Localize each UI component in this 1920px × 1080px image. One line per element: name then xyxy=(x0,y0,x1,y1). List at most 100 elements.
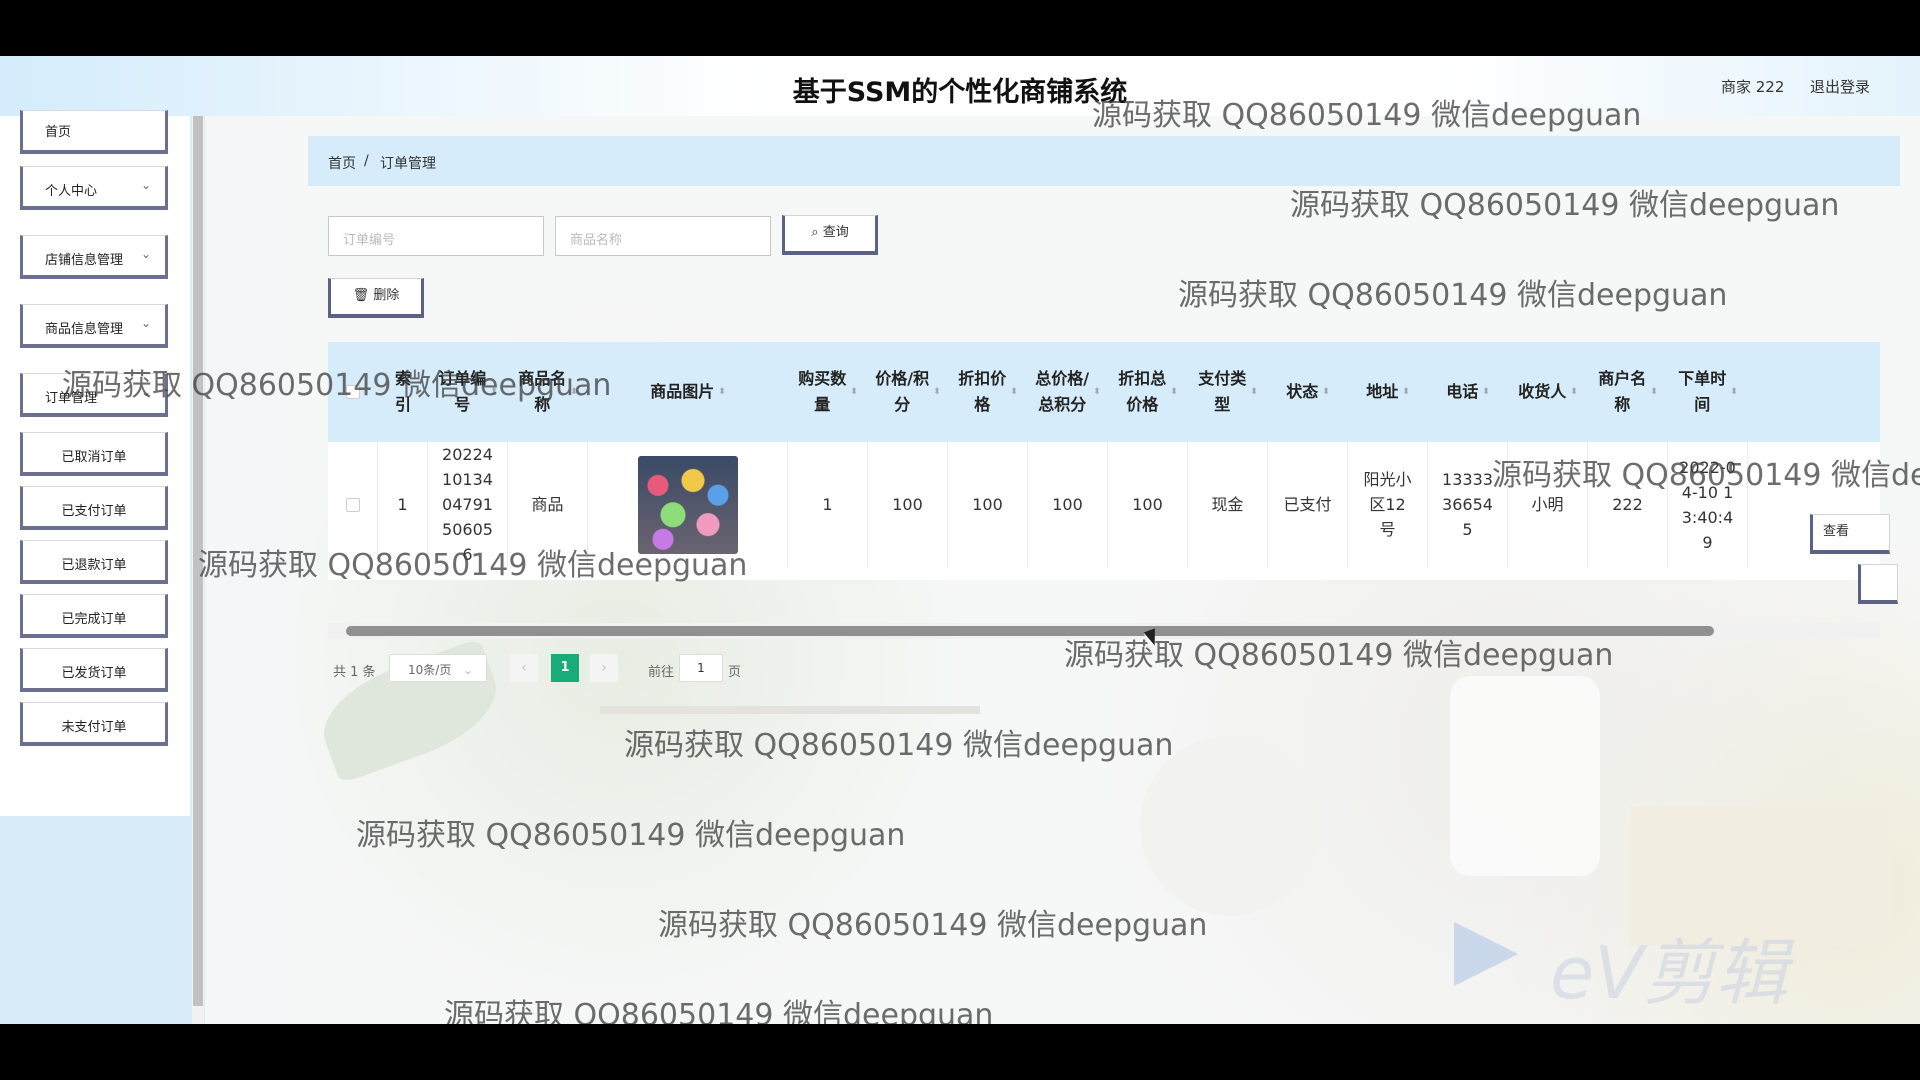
col-header-merchant[interactable]: 商户名 称 ⬍ xyxy=(1588,342,1668,442)
sort-icon: ⬍ xyxy=(570,387,578,397)
chevron-down-icon: ⌄ xyxy=(140,247,151,261)
trash-icon: 🗑 xyxy=(352,288,370,303)
sidebar-item-goods-info[interactable]: 商品信息管理 ⌄ xyxy=(20,304,168,348)
col-header-pay-type[interactable]: 支付类 型 ⬍ xyxy=(1188,342,1268,442)
sidebar-subitem-label: 已退款订单 xyxy=(61,558,127,573)
chevron-down-icon: ⌄ xyxy=(140,178,151,192)
sidebar-item-orders[interactable]: 订单管理 ⌄ xyxy=(20,373,168,417)
col-header-receiver[interactable]: 收货人 ⬍ xyxy=(1508,342,1588,442)
sidebar-item-label: 首页 xyxy=(45,125,72,140)
row-action-button[interactable] xyxy=(1858,564,1898,604)
table-header: 索 引 订单编 号 ⬍ 商品名 称 ⬍ 商品图片 ⬍ 购买数 量 ⬍ 价格/积 分 ⬍ 折… xyxy=(328,342,1880,442)
background-cylinder xyxy=(1450,676,1600,876)
sidebar-item-shop-info[interactable]: 店铺信息管理 ⌄ xyxy=(20,235,168,279)
video-editor-logo-icon xyxy=(1454,922,1518,986)
col-header-address[interactable]: 地址 ⬍ xyxy=(1348,342,1428,442)
sort-icon: ⬍ xyxy=(1650,387,1658,397)
sort-icon: ⬍ xyxy=(490,387,498,397)
prev-page-button[interactable]: ‹ xyxy=(510,654,538,682)
cell-merchant: 222 xyxy=(1588,442,1668,567)
sidebar-subitem-unpaid[interactable]: 未支付订单 xyxy=(20,702,168,746)
chevron-down-icon: ⌄ xyxy=(463,663,474,677)
goods-image[interactable] xyxy=(637,455,738,554)
sidebar-subitem-cancelled[interactable]: 已取消订单 xyxy=(20,432,168,476)
breadcrumb-home[interactable]: 首页 xyxy=(328,153,356,173)
table-scrollbar-thumb[interactable] xyxy=(346,626,1714,636)
col-header-goods-image[interactable]: 商品图片 ⬍ xyxy=(588,342,788,442)
cell-discount-total: 100 xyxy=(1108,442,1188,567)
col-header-price[interactable]: 价格/积 分 ⬍ xyxy=(868,342,948,442)
sidebar-subitem-shipped[interactable]: 已发货订单 xyxy=(20,648,168,692)
sidebar-subitem-label: 已完成订单 xyxy=(61,612,127,627)
breadcrumb-current: 订单管理 xyxy=(380,156,436,172)
cell-price: 100 xyxy=(868,442,948,567)
goods-name-input[interactable]: 商品名称 xyxy=(555,216,771,256)
sort-icon: ⬍ xyxy=(1570,387,1578,397)
cell-discount-price: 100 xyxy=(948,442,1028,567)
search-icon: ⌕ xyxy=(811,225,819,240)
col-header-phone[interactable]: 电话 ⬍ xyxy=(1428,342,1508,442)
col-header-status[interactable]: 状态 ⬍ xyxy=(1268,342,1348,442)
sidebar-scrollbar-thumb[interactable] xyxy=(193,116,203,1006)
col-header-discount-price[interactable]: 折扣价 格 ⬍ xyxy=(948,342,1028,442)
order-no-input[interactable]: 订单编号 xyxy=(328,216,544,256)
page-suffix: 页 xyxy=(728,665,742,680)
sort-icon: ⬍ xyxy=(1170,387,1178,397)
view-button[interactable]: 查看 xyxy=(1810,514,1890,554)
cell-total: 100 xyxy=(1028,442,1108,567)
sidebar-subitem-paid[interactable]: 已支付订单 xyxy=(20,486,168,530)
app-title: 基于SSM的个性化商铺系统 xyxy=(792,77,1128,108)
cell-status: 已支付 xyxy=(1268,442,1348,567)
cell-address: 阳光小区12号 xyxy=(1348,442,1428,567)
goto-label: 前往 xyxy=(648,665,675,680)
background-disc xyxy=(1140,736,1320,916)
query-button[interactable]: ⌕ 查询 xyxy=(782,215,878,255)
col-header-quantity[interactable]: 购买数 量 ⬍ xyxy=(788,342,868,442)
video-letterbox-bottom xyxy=(0,1024,1920,1080)
sort-icon: ⬍ xyxy=(1093,387,1101,397)
sort-icon: ⬍ xyxy=(1402,387,1410,397)
video-editor-watermark: eV剪辑 xyxy=(1550,931,1788,1015)
cell-goods-name: 商品 xyxy=(508,442,588,567)
sort-icon: ⬍ xyxy=(1482,387,1490,397)
col-header-total[interactable]: 总价格/ 总积分 ⬍ xyxy=(1028,342,1108,442)
sort-icon: ⬍ xyxy=(718,387,726,397)
page-size-value: 10条/页 xyxy=(408,663,452,677)
cell-goods-image xyxy=(588,442,788,567)
cell-pay-type: 现金 xyxy=(1188,442,1268,567)
breadcrumb-separator: / xyxy=(364,153,369,169)
delete-button[interactable]: 🗑 删除 xyxy=(328,278,424,318)
current-user: 商家 222 xyxy=(1721,78,1785,96)
pagination-total: 共 1 条 xyxy=(333,665,376,680)
sidebar-subitem-refunded[interactable]: 已退款订单 xyxy=(20,540,168,584)
cell-receiver: 小明 xyxy=(1508,442,1588,567)
sidebar: 首页 个人中心 ⌄ 店铺信息管理 ⌄ 商品信息管理 ⌄ 订单管理 ⌄ 已取消订单… xyxy=(0,110,205,1024)
sidebar-subitem-completed[interactable]: 已完成订单 xyxy=(20,594,168,638)
goto-page-input[interactable]: 1 xyxy=(679,654,723,682)
delete-button-label: 删除 xyxy=(373,288,400,303)
sidebar-item-label: 商品信息管理 xyxy=(45,322,124,337)
select-all-checkbox[interactable] xyxy=(346,385,360,399)
cell-phone: 13333366545 xyxy=(1428,442,1508,567)
page-size-select[interactable]: 10条/页 ⌄ xyxy=(389,654,487,682)
breadcrumb: 首页 / 订单管理 xyxy=(308,136,1900,186)
chevron-down-icon: ⌄ xyxy=(140,316,151,330)
sidebar-subitem-label: 已取消订单 xyxy=(61,450,127,465)
sidebar-item-profile[interactable]: 个人中心 ⌄ xyxy=(20,166,168,210)
row-checkbox[interactable] xyxy=(345,497,360,512)
page-number-current[interactable]: 1 xyxy=(551,654,579,682)
sort-icon: ⬍ xyxy=(1730,387,1738,397)
sidebar-subitem-label: 已支付订单 xyxy=(61,504,127,519)
col-header-discount-total[interactable]: 折扣总 价格 ⬍ xyxy=(1108,342,1188,442)
col-header-goods-name[interactable]: 商品名 称 ⬍ xyxy=(508,342,588,442)
chevron-down-icon: ⌄ xyxy=(140,385,151,399)
col-header-index[interactable]: 索 引 xyxy=(378,342,428,442)
next-page-button[interactable]: › xyxy=(590,654,618,682)
col-header-order-no[interactable]: 订单编 号 ⬍ xyxy=(428,342,508,442)
col-header-order-time[interactable]: 下单时 间 ⬍ xyxy=(1668,342,1748,442)
app-screen: 基于SSM的个性化商铺系统 商家 222 退出登录 首页 个人中心 ⌄ 店铺信息… xyxy=(0,56,1920,1024)
logout-link[interactable]: 退出登录 xyxy=(1810,76,1870,97)
sidebar-item-home[interactable]: 首页 xyxy=(20,110,168,154)
table-horizontal-scrollbar[interactable] xyxy=(328,623,1880,639)
sidebar-item-label: 店铺信息管理 xyxy=(45,253,124,268)
